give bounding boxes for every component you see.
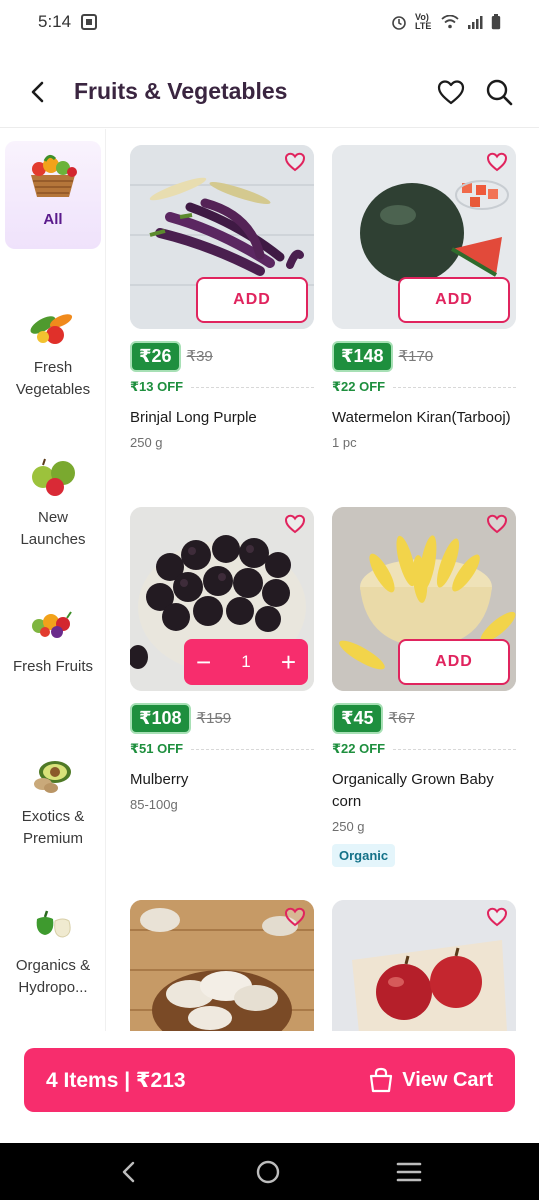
product-image	[130, 900, 314, 1031]
bag-icon	[370, 1067, 393, 1093]
alarm-icon	[392, 16, 406, 30]
category-label: Exotics & Premium	[21, 808, 85, 847]
divider	[393, 748, 516, 750]
discount-label: ₹51 OFF	[130, 741, 184, 756]
mixed-fruits-icon	[25, 600, 81, 648]
increment-button[interactable]: +	[281, 649, 296, 675]
status-bar: 5:14 Vo) LTE	[0, 0, 539, 44]
mrp-price: ₹39	[186, 348, 213, 365]
category-exotics-premium[interactable]: Exotics & Premium	[5, 738, 101, 847]
divider	[191, 748, 314, 750]
product-card[interactable]	[130, 900, 314, 1031]
wishlist-button[interactable]	[433, 74, 469, 110]
product-quantity: 250 g	[332, 819, 365, 834]
discount-label: ₹22 OFF	[332, 379, 386, 394]
price-badge: ₹45	[332, 702, 383, 734]
add-button[interactable]: ADD	[398, 277, 510, 323]
nav-menu-icon[interactable]	[396, 1161, 422, 1183]
quantity-stepper: − 1 +	[184, 639, 308, 685]
heart-icon[interactable]	[284, 513, 306, 535]
fruit-basket-icon	[25, 153, 81, 201]
category-sidebar: All Fresh Vegetables New Launches Fresh …	[0, 129, 106, 1031]
signal-icon	[468, 16, 483, 29]
category-organics-hydroponics[interactable]: Organics & Hydropo...	[5, 887, 101, 996]
product-image: ADD	[130, 145, 314, 329]
category-label: Organics & Hydropo...	[15, 957, 91, 996]
back-arrow-icon	[31, 81, 44, 102]
product-card[interactable]: − 1 + ₹108 ₹159 ₹51 OFF Mulberry 85-100g	[130, 507, 314, 812]
vegetables-icon	[25, 301, 81, 349]
discount-label: ₹13 OFF	[130, 379, 184, 394]
quantity-count: 1	[241, 652, 251, 671]
product-name: Watermelon Kiran(Tarbooj)	[332, 409, 511, 426]
divider	[191, 386, 314, 388]
category-all[interactable]: All	[5, 141, 101, 249]
price-badge: ₹26	[130, 340, 181, 372]
mrp-price: ₹170	[398, 348, 434, 365]
decrement-button[interactable]: −	[196, 649, 211, 675]
product-image	[332, 900, 516, 1031]
heart-icon[interactable]	[284, 906, 306, 928]
app-notification-icon	[81, 14, 98, 30]
avocado-icon	[25, 750, 81, 798]
nav-back-icon[interactable]	[118, 1160, 140, 1184]
network-label: Vo) LTE	[415, 12, 432, 31]
back-button[interactable]	[18, 72, 58, 112]
product-image: ADD	[332, 507, 516, 691]
product-card[interactable]: ADD ₹148 ₹170 ₹22 OFF Watermelon Kiran(T…	[332, 145, 516, 450]
fruits-icon	[25, 451, 81, 499]
battery-icon	[491, 14, 501, 30]
category-new-launches[interactable]: New Launches	[5, 439, 101, 548]
product-card[interactable]: ADD ₹26 ₹39 ₹13 OFF Brinjal Long Purple …	[130, 145, 314, 450]
product-name: Mulberry	[130, 771, 189, 788]
view-cart-button[interactable]: View Cart	[368, 1067, 493, 1093]
product-quantity: 250 g	[130, 435, 163, 450]
add-button[interactable]: ADD	[196, 277, 308, 323]
search-button[interactable]	[481, 74, 517, 110]
category-fresh-fruits[interactable]: Fresh Fruits	[5, 588, 101, 696]
heart-icon[interactable]	[486, 151, 508, 173]
mrp-price: ₹159	[196, 710, 232, 727]
divider	[393, 386, 516, 388]
search-icon	[486, 79, 513, 105]
product-image: − 1 +	[130, 507, 314, 691]
view-cart-label: View Cart	[402, 1068, 493, 1091]
category-label: New Launches	[20, 509, 86, 548]
product-card[interactable]: ADD ₹45 ₹67 ₹22 OFF Organically Grown Ba…	[332, 507, 516, 867]
product-grid: ADD ₹26 ₹39 ₹13 OFF Brinjal Long Purple …	[106, 129, 539, 1031]
product-name: Organically Grown Baby corn	[332, 771, 494, 810]
category-label: Fresh Vegetables	[15, 359, 91, 398]
cart-summary: 4 Items | ₹213	[46, 1068, 186, 1092]
cart-footer: 4 Items | ₹213 View Cart	[0, 1031, 539, 1143]
wifi-icon	[441, 15, 459, 29]
price-badge: ₹108	[130, 702, 191, 734]
status-time: 5:14	[38, 12, 72, 31]
organic-produce-icon	[25, 899, 81, 947]
category-fresh-vegetables[interactable]: Fresh Vegetables	[5, 289, 101, 398]
heart-icon[interactable]	[486, 906, 508, 928]
category-label: All	[43, 211, 63, 228]
mrp-price: ₹67	[388, 710, 415, 727]
add-button[interactable]: ADD	[398, 639, 510, 685]
heart-icon[interactable]	[284, 151, 306, 173]
discount-label: ₹22 OFF	[332, 741, 386, 756]
organic-tag: Organic	[332, 844, 396, 867]
product-quantity: 1 pc	[332, 435, 357, 450]
heart-icon	[437, 79, 465, 104]
view-cart-bar[interactable]: 4 Items | ₹213 View Cart	[24, 1048, 515, 1112]
product-name: Brinjal Long Purple	[130, 409, 257, 426]
nav-home-icon[interactable]	[255, 1159, 281, 1185]
top-bar: Fruits & Vegetables	[0, 56, 539, 128]
category-label: Fresh Fruits	[12, 658, 93, 675]
system-navigation-bar	[0, 1143, 539, 1200]
page-title: Fruits & Vegetables	[74, 78, 288, 104]
product-quantity: 85-100g	[130, 797, 178, 812]
price-badge: ₹148	[332, 340, 393, 372]
product-image: ADD	[332, 145, 516, 329]
heart-icon[interactable]	[486, 513, 508, 535]
product-card[interactable]	[332, 900, 516, 1031]
